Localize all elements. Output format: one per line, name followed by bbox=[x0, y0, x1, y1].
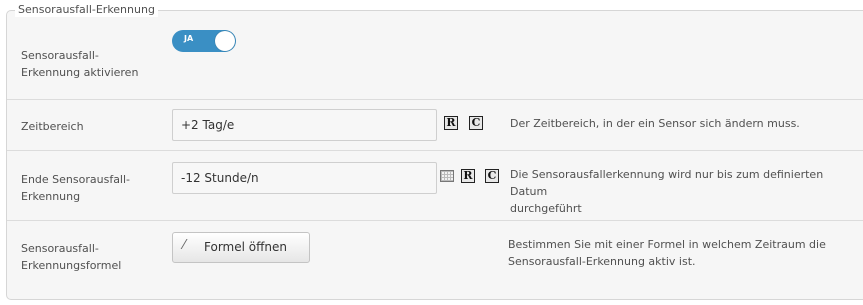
end-description-line2: durchgeführt bbox=[510, 202, 582, 215]
activate-toggle[interactable]: JA bbox=[172, 30, 236, 52]
activate-label-line2: Erkennung aktivieren bbox=[21, 66, 139, 79]
relative-c-icon[interactable]: C bbox=[469, 116, 483, 130]
relative-c-icon[interactable]: C bbox=[485, 169, 499, 183]
fieldset-legend: Sensorausfall-Erkennung bbox=[15, 3, 158, 17]
formula-label: Sensorausfall- Erkennungsformel bbox=[21, 240, 121, 274]
open-formula-button[interactable]: ⁄ Formel öffnen bbox=[172, 232, 310, 263]
calendar-icon[interactable] bbox=[440, 170, 454, 182]
end-label-line1: Ende Sensorausfall- bbox=[21, 173, 131, 186]
end-label: Ende Sensorausfall- Erkennung bbox=[21, 171, 130, 205]
relative-r-icon[interactable]: R bbox=[444, 116, 458, 130]
end-label-line2: Erkennung bbox=[21, 190, 81, 203]
toggle-knob bbox=[215, 31, 235, 51]
timerange-label: Zeitbereich bbox=[21, 120, 84, 133]
formula-description-line2: Sensorausfall-Erkennung aktiv ist. bbox=[508, 255, 696, 268]
timerange-input[interactable]: +2 Tag/e bbox=[172, 109, 437, 141]
timerange-description: Der Zeitbereich, in der ein Sensor sich … bbox=[510, 117, 800, 130]
formula-label-line2: Erkennungsformel bbox=[21, 259, 122, 272]
formula-label-line1: Sensorausfall- bbox=[21, 242, 99, 255]
activate-label-line1: Sensorausfall- bbox=[21, 49, 99, 62]
formula-description: Bestimmen Sie mit einer Formel in welche… bbox=[508, 236, 826, 270]
end-description: Die Sensorausfallerkennung wird nur bis … bbox=[510, 166, 863, 217]
magic-wand-icon: ⁄ bbox=[183, 238, 186, 253]
open-formula-button-label: Formel öffnen bbox=[204, 240, 287, 254]
end-input[interactable]: -12 Stunde/n bbox=[172, 162, 437, 194]
end-description-line1: Die Sensorausfallerkennung wird nur bis … bbox=[510, 168, 824, 198]
activate-label: Sensorausfall- Erkennung aktivieren bbox=[21, 47, 138, 81]
formula-description-line1: Bestimmen Sie mit einer Formel in welche… bbox=[508, 238, 826, 251]
toggle-text: JA bbox=[184, 34, 194, 43]
relative-r-icon[interactable]: R bbox=[461, 169, 475, 183]
